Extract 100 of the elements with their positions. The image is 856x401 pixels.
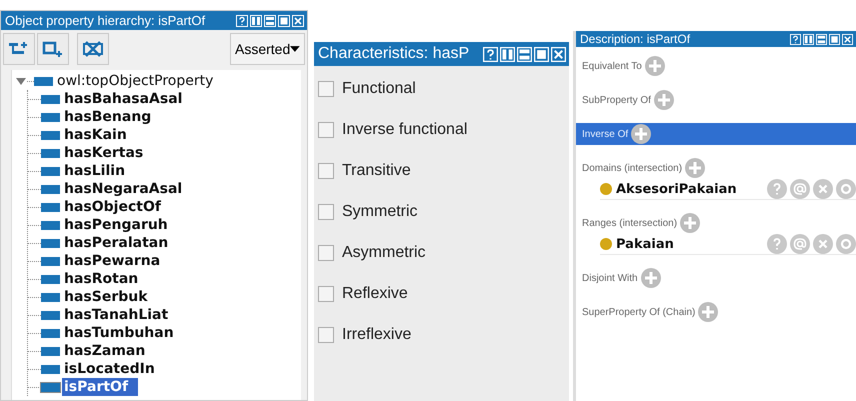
add-icon[interactable]: [631, 124, 652, 144]
tree-item[interactable]: hasLilin: [62, 162, 128, 180]
split-view-icon[interactable]: [803, 34, 814, 44]
tree-item[interactable]: hasTanahLiat: [62, 306, 170, 324]
maximize-icon[interactable]: [534, 46, 549, 62]
delete-icon[interactable]: [813, 179, 833, 199]
section-header[interactable]: Equivalent To: [576, 55, 856, 77]
checkbox[interactable]: [318, 80, 334, 96]
section-label: SubProperty Of: [582, 94, 651, 106]
property-icon: [41, 238, 60, 248]
checkbox[interactable]: [318, 122, 334, 138]
class-name: AksesoriPakaian: [616, 182, 737, 196]
section-label: SuperProperty Of (Chain): [582, 306, 696, 318]
split-view-icon[interactable]: [500, 46, 515, 62]
annotation-icon[interactable]: [790, 234, 810, 254]
property-icon: [41, 328, 60, 338]
section-label: Inverse Of: [582, 128, 628, 140]
class-icon: [600, 238, 612, 250]
delete-property-icon: [82, 40, 104, 58]
tree-item[interactable]: hasKain: [62, 126, 129, 144]
view-mode-dropdown[interactable]: Asserted: [230, 33, 305, 65]
property-icon: [41, 346, 60, 356]
help-icon[interactable]: [236, 14, 248, 26]
maximize-icon[interactable]: [278, 14, 290, 26]
checkbox-label: Reflexive: [342, 284, 408, 302]
property-icon: [41, 310, 60, 320]
tree-item[interactable]: hasKertas: [62, 144, 146, 162]
checkbox-label: Inverse functional: [342, 120, 468, 138]
section-header[interactable]: Disjoint With: [576, 267, 856, 289]
close-icon[interactable]: [842, 34, 853, 44]
add-sibling-property-icon: [42, 40, 64, 58]
tree-item[interactable]: owl:topObjectProperty: [55, 72, 216, 90]
tree-item[interactable]: hasBenang: [62, 108, 154, 126]
property-icon: [41, 256, 60, 266]
tree-item[interactable]: isLocatedIn: [62, 360, 157, 378]
add-sub-property-button[interactable]: [3, 33, 35, 65]
property-icon: [41, 364, 60, 374]
split-view-icon[interactable]: [250, 14, 262, 26]
property-icon: [41, 130, 60, 140]
annotation-icon[interactable]: [790, 179, 810, 199]
section-header[interactable]: SuperProperty Of (Chain): [576, 301, 856, 323]
caret-icon: [290, 46, 300, 52]
minimize-icon[interactable]: [816, 34, 827, 44]
panel-title: Description: isPartOf: [580, 32, 690, 46]
help-icon[interactable]: [483, 46, 498, 62]
tree-item[interactable]: hasObjectOf: [62, 198, 163, 216]
tree-item[interactable]: hasSerbuk: [62, 288, 150, 306]
checkbox-label: Functional: [342, 80, 416, 98]
checkbox-label: Asymmetric: [342, 244, 426, 262]
help-icon[interactable]: [790, 34, 801, 44]
tree-item[interactable]: hasNegaraAsal: [62, 180, 184, 198]
delete-property-button[interactable]: [77, 33, 109, 65]
property-icon: [41, 148, 60, 158]
property-icon: [41, 382, 60, 392]
property-icon: [41, 202, 60, 212]
tree-item[interactable]: isPartOf: [62, 378, 138, 396]
checkbox[interactable]: [318, 204, 334, 220]
section-label: Domains (intersection): [582, 162, 682, 174]
section-label: Equivalent To: [582, 60, 642, 72]
class-entry-row[interactable]: Pakaian: [600, 234, 856, 255]
property-icon: [41, 112, 60, 122]
section-header[interactable]: Ranges (intersection): [576, 212, 856, 234]
edit-icon[interactable]: [836, 179, 856, 199]
section-label: Ranges (intersection): [582, 218, 678, 228]
tree-item[interactable]: hasZaman: [62, 342, 148, 360]
close-icon[interactable]: [292, 14, 304, 26]
property-icon: [34, 76, 53, 86]
property-icon: [41, 94, 60, 104]
selected-section-header[interactable]: Inverse Of: [576, 123, 856, 145]
property-icon: [41, 292, 60, 302]
property-icon: [41, 220, 60, 230]
tree-item[interactable]: hasPengaruh: [62, 216, 170, 234]
checkbox-label: Symmetric: [342, 202, 418, 220]
section-header[interactable]: SubProperty Of: [576, 89, 856, 111]
delete-icon[interactable]: [813, 234, 833, 254]
checkbox[interactable]: [318, 286, 334, 302]
tree-item[interactable]: hasRotan: [62, 270, 140, 288]
checkbox[interactable]: [318, 162, 334, 178]
add-sibling-property-button[interactable]: [37, 33, 69, 65]
edit-icon[interactable]: [836, 234, 856, 254]
section-header[interactable]: Domains (intersection): [576, 157, 856, 179]
property-icon: [41, 166, 60, 176]
tree-item[interactable]: hasTumbuhan: [62, 324, 176, 342]
tree-item[interactable]: hasBahasaAsal: [62, 90, 184, 108]
minimize-icon[interactable]: [264, 14, 276, 26]
minimize-icon[interactable]: [517, 46, 532, 62]
expanded-arrow-icon[interactable]: [16, 76, 26, 86]
checkbox[interactable]: [318, 244, 334, 260]
checkbox[interactable]: [318, 326, 334, 342]
property-icon: [41, 274, 60, 284]
maximize-icon[interactable]: [829, 34, 840, 44]
class-entry-row[interactable]: AksesoriPakaian: [600, 179, 856, 200]
tree-item[interactable]: hasPewarna: [62, 252, 162, 270]
close-icon[interactable]: [551, 46, 566, 62]
tree-item[interactable]: hasPeralatan: [62, 234, 170, 252]
panel-title: Object property hierarchy: isPartOf: [5, 13, 206, 28]
checkbox-label: Irreflexive: [342, 326, 412, 344]
class-icon: [600, 183, 612, 195]
class-name: Pakaian: [616, 236, 674, 252]
checkbox-label: Transitive: [342, 162, 411, 180]
